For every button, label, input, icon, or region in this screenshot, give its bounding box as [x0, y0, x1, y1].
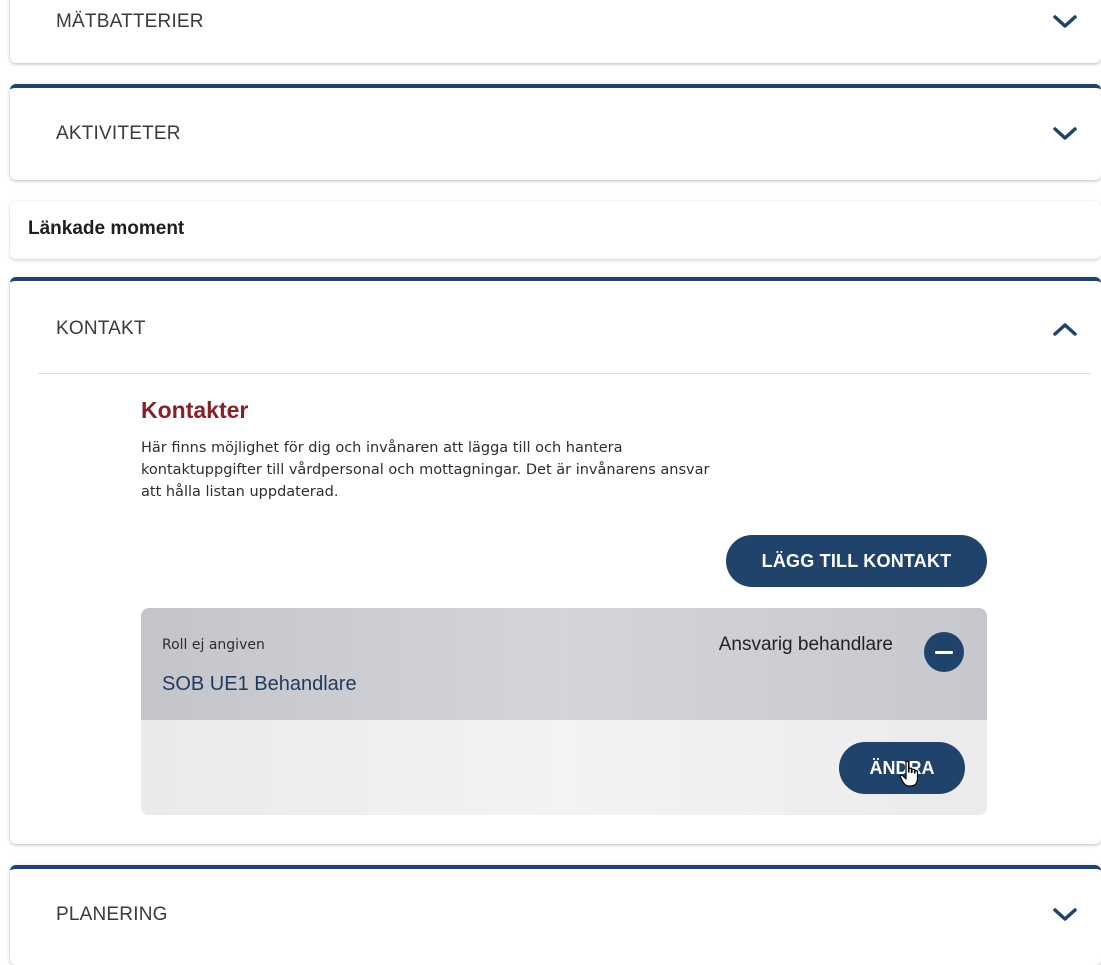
section-header-planering[interactable]: PLANERING	[10, 869, 1101, 961]
chevron-down-icon[interactable]	[1051, 12, 1079, 32]
contact-tag: Ansvarig behandlare	[718, 634, 893, 655]
remove-contact-button[interactable]	[924, 632, 964, 672]
add-contact-button[interactable]: LÄGG TILL KONTAKT	[726, 535, 987, 587]
chevron-down-icon[interactable]	[1051, 124, 1079, 144]
section-kontakt: KONTAKT Kontakter Här finns möjlighet fö…	[10, 277, 1101, 844]
section-header-aktiviteter[interactable]: AKTIVITETER	[10, 88, 1101, 180]
contacts-description: Här finns möjlighet för dig och invånare…	[141, 440, 710, 500]
section-title: KONTAKT	[56, 318, 146, 339]
contacts-heading: Kontakter	[141, 397, 249, 423]
section-lankade-moment: Länkade moment	[10, 201, 1101, 259]
section-planering: PLANERING	[10, 865, 1101, 965]
divider	[38, 373, 1091, 374]
section-title: PLANERING	[56, 904, 168, 925]
minus-circle-icon	[935, 650, 953, 654]
section-header-matbatterier[interactable]: MÄTBATTERIER	[10, 0, 1101, 58]
section-header-kontakt[interactable]: KONTAKT	[10, 281, 1101, 377]
section-title: MÄTBATTERIER	[56, 11, 204, 32]
contact-card-header: Roll ej angiven SOB UE1 Behandlare Ansva…	[141, 608, 987, 720]
contact-role: Roll ej angiven	[162, 637, 265, 653]
contact-card: Roll ej angiven SOB UE1 Behandlare Ansva…	[141, 608, 987, 815]
section-title: Länkade moment	[28, 218, 185, 239]
section-title: AKTIVITETER	[56, 123, 181, 144]
chevron-down-icon[interactable]	[1051, 905, 1079, 925]
chevron-up-icon[interactable]	[1051, 319, 1079, 339]
contact-name: SOB UE1 Behandlare	[162, 673, 357, 695]
section-aktiviteter: AKTIVITETER	[10, 84, 1101, 180]
section-matbatterier: MÄTBATTERIER	[10, 0, 1101, 63]
edit-contact-button[interactable]: ÄNDRA	[839, 742, 965, 794]
